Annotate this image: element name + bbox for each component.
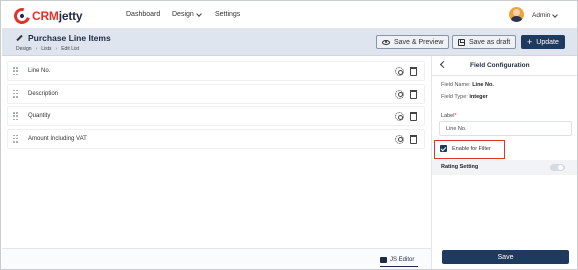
panel-title: Field Configuration: [470, 62, 530, 69]
code-icon: [380, 256, 387, 263]
field-label: Amount Including VAT: [28, 135, 87, 142]
user-menu[interactable]: Admin: [532, 11, 559, 19]
eye-icon: [382, 39, 390, 45]
gear-icon[interactable]: [395, 89, 404, 99]
bottom-bar: JS Editor: [2, 248, 432, 269]
field-config-panel: Field Configuration Field Name: Line No.…: [432, 56, 577, 269]
chevron-down-icon: [552, 11, 559, 18]
plus-icon: +: [527, 36, 533, 47]
save-button[interactable]: Save: [442, 250, 569, 264]
breadcrumb-design[interactable]: Design: [16, 46, 32, 52]
nav-settings[interactable]: Settings: [215, 11, 240, 18]
logo[interactable]: CRMjetty: [11, 5, 83, 27]
field-label: Line No.: [28, 68, 51, 74]
gear-icon[interactable]: [395, 67, 404, 76]
enable-filter-label[interactable]: Enable for Filter: [452, 146, 491, 152]
nav-design[interactable]: Design: [172, 10, 202, 18]
required-mark: *: [454, 113, 457, 119]
logo-icon: [11, 5, 33, 27]
top-nav: CRMjetty Dashboard Design Settings Admin: [2, 2, 577, 29]
label-field-label: Label*: [441, 113, 457, 119]
trash-icon[interactable]: [410, 67, 417, 76]
breadcrumb-edit-list: Edit List: [61, 46, 79, 52]
list-item[interactable]: Amount Including VAT: [7, 128, 425, 149]
trash-icon[interactable]: [410, 89, 417, 99]
drag-handle-icon[interactable]: [13, 112, 18, 121]
field-type-value: integer: [469, 94, 488, 100]
field-label: Description: [28, 90, 59, 97]
list-item[interactable]: Quantity: [7, 106, 425, 126]
update-button[interactable]: + Update: [521, 35, 565, 49]
save-draft-button[interactable]: Save as draft: [452, 35, 517, 49]
trash-icon[interactable]: [410, 134, 417, 144]
list-item[interactable]: Line No.: [7, 61, 425, 81]
back-icon[interactable]: [439, 60, 448, 69]
drag-handle-icon[interactable]: [13, 67, 18, 76]
pencil-icon: [16, 34, 23, 42]
avatar[interactable]: [509, 7, 524, 22]
field-name-row: Field Name: Line No.: [441, 82, 494, 88]
chevron-down-icon: [195, 10, 202, 17]
rating-setting-label: Rating Setting: [441, 164, 479, 170]
save-preview-button[interactable]: Save & Preview: [376, 35, 450, 49]
field-label: Quantity: [28, 113, 51, 119]
label-input[interactable]: [439, 121, 572, 136]
drag-handle-icon[interactable]: [13, 134, 18, 144]
breadcrumb-lists[interactable]: Lists: [41, 46, 51, 52]
js-editor-underline: [380, 266, 418, 267]
field-name-value: Line No.: [472, 82, 494, 88]
gear-icon[interactable]: [395, 112, 404, 121]
app-window: CRMjetty Dashboard Design Settings Admin…: [0, 0, 578, 270]
rating-setting-row: Rating Setting: [432, 160, 577, 175]
js-editor-button[interactable]: JS Editor: [380, 254, 414, 265]
drag-handle-icon[interactable]: [13, 89, 18, 99]
trash-icon[interactable]: [410, 112, 417, 121]
logo-jetty: jetty: [58, 9, 83, 23]
list-item[interactable]: Description: [7, 83, 425, 104]
breadcrumb: Design › Lists › Edit List: [16, 46, 79, 52]
save-icon: [458, 38, 465, 46]
field-type-row: Field Type: integer: [441, 94, 488, 100]
field-list: Line No. Description Quantity Amount Inc…: [7, 61, 425, 151]
user-name: Admin: [532, 12, 551, 19]
enable-filter-checkbox[interactable]: [440, 145, 447, 152]
logo-crm: CRM: [32, 9, 59, 23]
page-title: Purchase Line Items: [28, 33, 111, 43]
nav-dashboard[interactable]: Dashboard: [126, 11, 160, 18]
panel-header: Field Configuration: [432, 56, 577, 76]
gear-icon[interactable]: [395, 134, 404, 144]
page-header: Purchase Line Items Design › Lists › Edi…: [2, 29, 577, 56]
rating-toggle[interactable]: [550, 164, 565, 171]
